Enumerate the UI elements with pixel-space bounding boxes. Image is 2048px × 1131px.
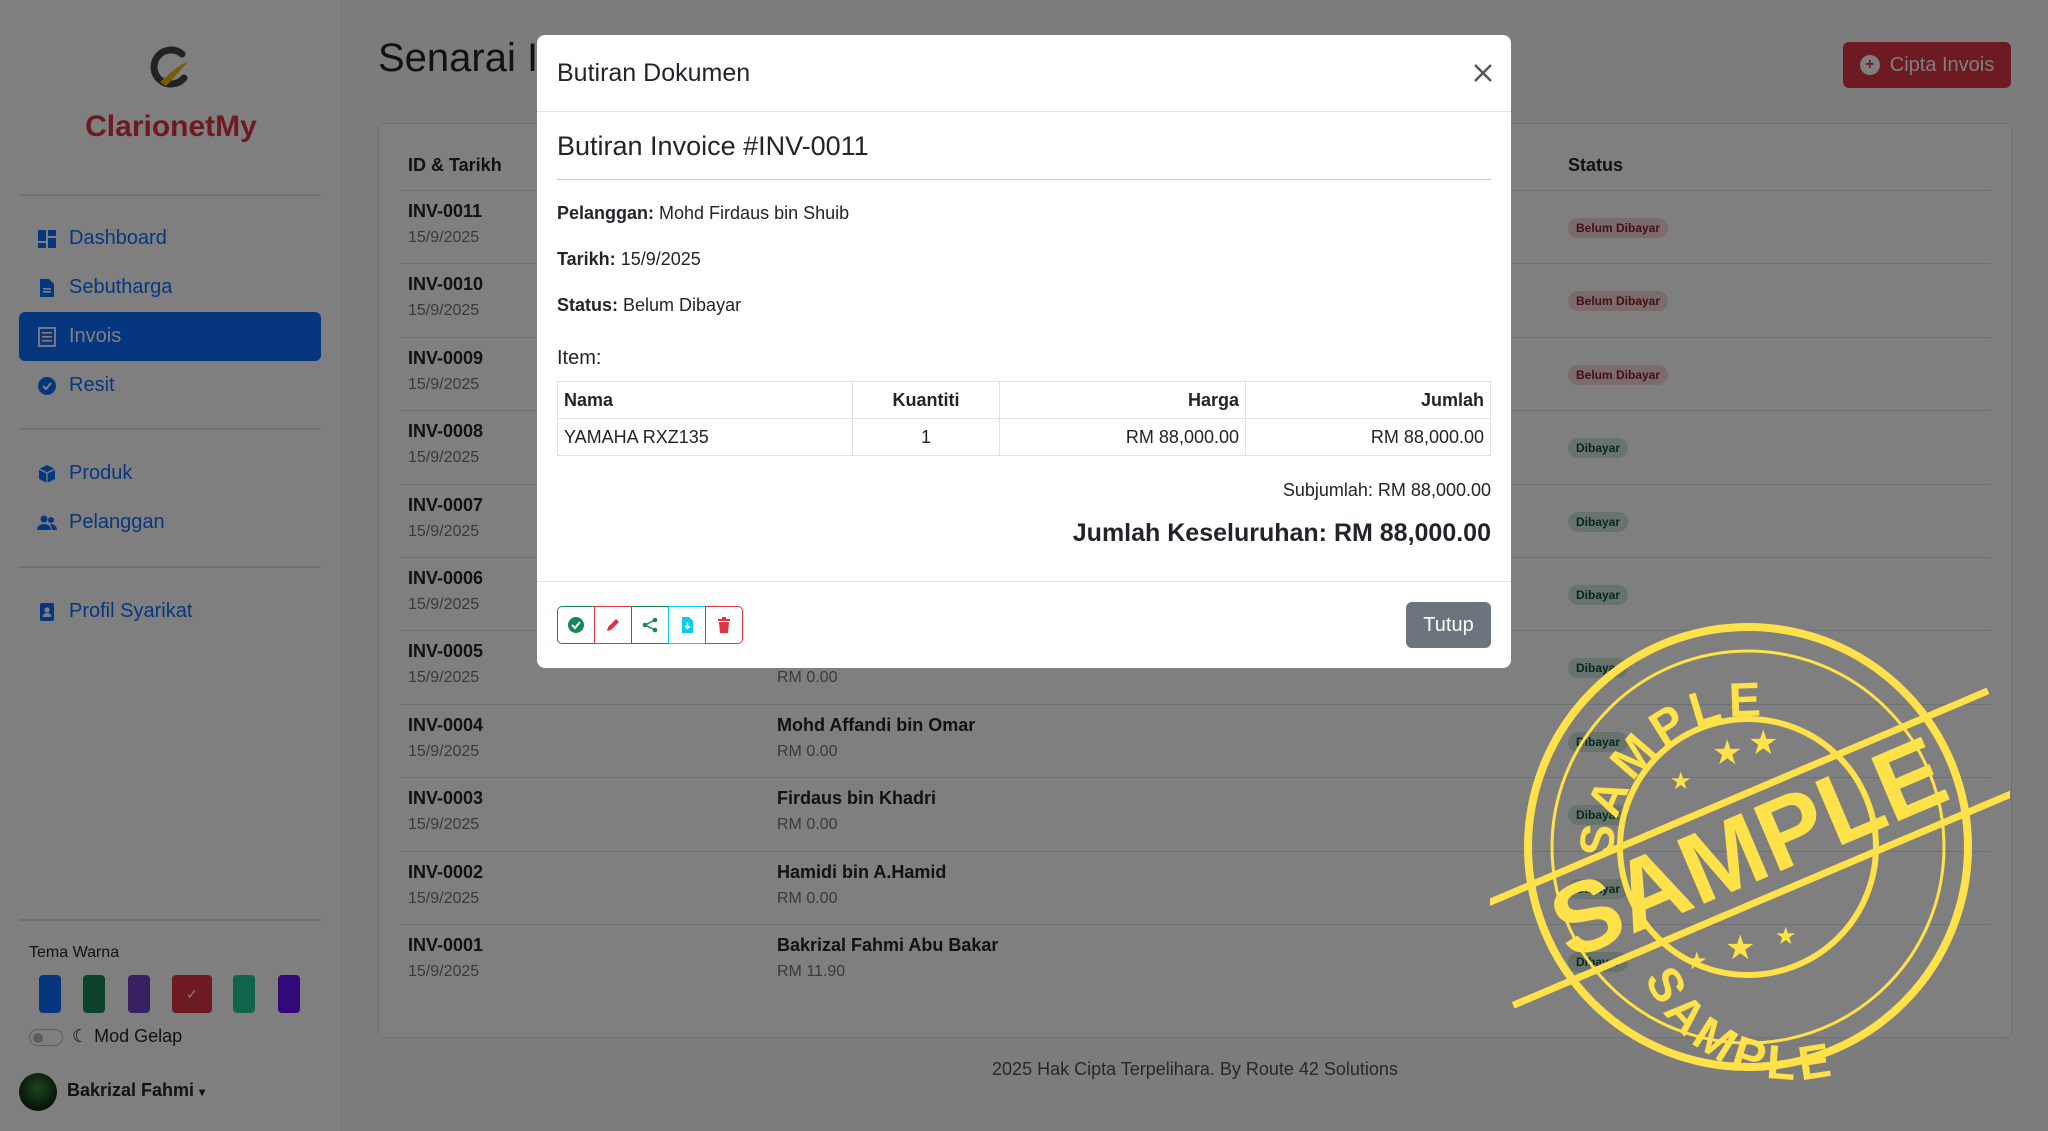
date-value: 15/9/2025: [620, 249, 701, 269]
status-field: Status: Belum Dibayar: [557, 295, 741, 316]
grand-total: Jumlah Keseluruhan: RM 88,000.00: [1072, 519, 1491, 547]
modal-title: Butiran Dokumen: [557, 59, 751, 87]
item-qty: 1: [852, 418, 1000, 456]
mark-paid-button[interactable]: [557, 606, 595, 644]
status-value: Belum Dibayar: [623, 295, 742, 315]
invoice-heading: Butiran Invoice #INV-0011: [557, 131, 869, 161]
items-table: Nama Kuantiti Harga Jumlah YAMAHA RXZ135…: [557, 381, 1491, 456]
customer-label: Pelanggan:: [557, 203, 655, 223]
date-field: Tarikh: 15/9/2025: [557, 249, 701, 270]
trash-icon: [718, 617, 730, 633]
star-icon: ★: [1670, 767, 1692, 795]
heading-divider: [557, 179, 1491, 180]
date-label: Tarikh:: [557, 249, 616, 269]
table-row: YAMAHA RXZ135 1 RM 88,000.00 RM 88,000.0…: [557, 418, 1491, 456]
item-name: YAMAHA RXZ135: [557, 418, 853, 456]
modal-header-divider: [537, 111, 1511, 112]
subtotal: Subjumlah: RM 88,000.00: [1282, 480, 1491, 500]
edit-button[interactable]: [594, 606, 632, 644]
star-icon: ★: [1775, 922, 1797, 950]
document-details-modal: Butiran Dokumen Butiran Invoice #INV-001…: [537, 35, 1511, 668]
share-icon: [642, 617, 658, 633]
close-icon[interactable]: [1469, 59, 1497, 87]
star-icon: ★: [1712, 733, 1742, 773]
col-name: Nama: [557, 381, 853, 419]
star-icon: ★: [1686, 947, 1708, 975]
status-label: Status:: [557, 295, 619, 315]
pencil-icon: [607, 619, 619, 631]
sample-stamp-watermark: SAMPLE SAMPLE SAMPLE ★ ★ ★ ★ ★ ★: [1490, 623, 2010, 1084]
item-price: RM 88,000.00: [999, 418, 1246, 456]
customer-value: Mohd Firdaus bin Shuib: [659, 203, 850, 223]
col-price: Harga: [999, 381, 1246, 419]
modal-footer-divider: [537, 581, 1511, 582]
check-circle-icon: [568, 617, 584, 633]
col-qty: Kuantiti: [852, 381, 1000, 419]
close-button[interactable]: Tutup: [1406, 602, 1491, 648]
customer-field: Pelanggan: Mohd Firdaus bin Shuib: [557, 203, 849, 224]
action-button-group: [557, 606, 743, 644]
download-file-icon: [682, 617, 693, 633]
delete-button[interactable]: [705, 606, 743, 644]
col-total: Jumlah: [1245, 381, 1491, 419]
items-label: Item:: [557, 347, 602, 369]
item-total: RM 88,000.00: [1245, 418, 1491, 456]
star-icon: ★: [1748, 723, 1778, 763]
star-icon: ★: [1725, 928, 1755, 968]
share-button[interactable]: [631, 606, 669, 644]
download-pdf-button[interactable]: [668, 606, 706, 644]
